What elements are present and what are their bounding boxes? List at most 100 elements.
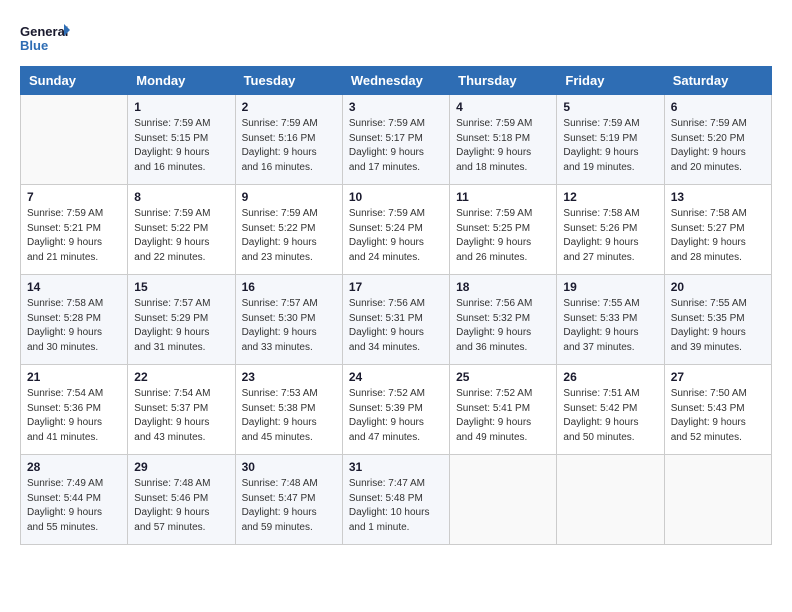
day-number: 4 bbox=[456, 100, 550, 114]
day-cell-9: 9 Sunrise: 7:59 AM Sunset: 5:22 PM Daylig… bbox=[235, 185, 342, 275]
svg-text:Blue: Blue bbox=[20, 38, 48, 53]
day-info: Sunrise: 7:52 AM Sunset: 5:41 PM Dayligh… bbox=[456, 387, 550, 445]
day-info: Sunrise: 7:58 AM Sunset: 5:26 PM Dayligh… bbox=[563, 207, 657, 265]
days-header-row: SundayMondayTuesdayWednesdayThursdayFrid… bbox=[21, 67, 772, 95]
day-info: Sunrise: 7:59 AM Sunset: 5:24 PM Dayligh… bbox=[349, 207, 443, 265]
empty-cell bbox=[664, 455, 771, 545]
day-number: 18 bbox=[456, 280, 550, 294]
empty-cell bbox=[21, 95, 128, 185]
day-number: 25 bbox=[456, 370, 550, 384]
day-info: Sunrise: 7:52 AM Sunset: 5:39 PM Dayligh… bbox=[349, 387, 443, 445]
day-info: Sunrise: 7:55 AM Sunset: 5:35 PM Dayligh… bbox=[671, 297, 765, 355]
day-info: Sunrise: 7:59 AM Sunset: 5:21 PM Dayligh… bbox=[27, 207, 121, 265]
day-info: Sunrise: 7:58 AM Sunset: 5:27 PM Dayligh… bbox=[671, 207, 765, 265]
week-row-5: 28 Sunrise: 7:49 AM Sunset: 5:44 PM Dayli… bbox=[21, 455, 772, 545]
week-row-4: 21 Sunrise: 7:54 AM Sunset: 5:36 PM Dayli… bbox=[21, 365, 772, 455]
day-number: 17 bbox=[349, 280, 443, 294]
day-cell-2: 2Sunrise: 7:59 AM Sunset: 5:16 PM Daylig… bbox=[235, 95, 342, 185]
day-header-sunday: Sunday bbox=[21, 67, 128, 95]
day-number: 27 bbox=[671, 370, 765, 384]
day-info: Sunrise: 7:48 AM Sunset: 5:47 PM Dayligh… bbox=[242, 477, 336, 535]
day-cell-25: 25 Sunrise: 7:52 AM Sunset: 5:41 PM Dayli… bbox=[450, 365, 557, 455]
day-number: 16 bbox=[242, 280, 336, 294]
day-cell-14: 14Sunrise: 7:58 AM Sunset: 5:28 PM Dayli… bbox=[21, 275, 128, 365]
day-cell-15: 15 Sunrise: 7:57 AM Sunset: 5:29 PM Dayli… bbox=[128, 275, 235, 365]
day-info: Sunrise: 7:55 AM Sunset: 5:33 PM Dayligh… bbox=[563, 297, 657, 355]
day-header-friday: Friday bbox=[557, 67, 664, 95]
day-cell-4: 4 Sunrise: 7:59 AM Sunset: 5:18 PM Daylig… bbox=[450, 95, 557, 185]
day-cell-18: 18 Sunrise: 7:56 AM Sunset: 5:32 PM Dayli… bbox=[450, 275, 557, 365]
day-number: 8 bbox=[134, 190, 228, 204]
week-row-1: 1Sunrise: 7:59 AM Sunset: 5:15 PM Daylig… bbox=[21, 95, 772, 185]
day-cell-3: 3 Sunrise: 7:59 AM Sunset: 5:17 PM Daylig… bbox=[342, 95, 449, 185]
day-number: 11 bbox=[456, 190, 550, 204]
empty-cell bbox=[557, 455, 664, 545]
svg-text:General: General bbox=[20, 24, 68, 39]
day-cell-24: 24Sunrise: 7:52 AM Sunset: 5:39 PM Dayli… bbox=[342, 365, 449, 455]
day-header-monday: Monday bbox=[128, 67, 235, 95]
page-header: General Blue bbox=[20, 20, 772, 56]
day-cell-27: 27Sunrise: 7:50 AM Sunset: 5:43 PM Dayli… bbox=[664, 365, 771, 455]
day-number: 2 bbox=[242, 100, 336, 114]
day-info: Sunrise: 7:59 AM Sunset: 5:22 PM Dayligh… bbox=[242, 207, 336, 265]
day-info: Sunrise: 7:59 AM Sunset: 5:20 PM Dayligh… bbox=[671, 117, 765, 175]
day-number: 29 bbox=[134, 460, 228, 474]
day-cell-26: 26 Sunrise: 7:51 AM Sunset: 5:42 PM Dayli… bbox=[557, 365, 664, 455]
day-info: Sunrise: 7:47 AM Sunset: 5:48 PM Dayligh… bbox=[349, 477, 443, 535]
day-cell-23: 23 Sunrise: 7:53 AM Sunset: 5:38 PM Dayli… bbox=[235, 365, 342, 455]
day-info: Sunrise: 7:56 AM Sunset: 5:32 PM Dayligh… bbox=[456, 297, 550, 355]
day-info: Sunrise: 7:58 AM Sunset: 5:28 PM Dayligh… bbox=[27, 297, 121, 355]
day-number: 7 bbox=[27, 190, 121, 204]
day-info: Sunrise: 7:57 AM Sunset: 5:30 PM Dayligh… bbox=[242, 297, 336, 355]
day-info: Sunrise: 7:51 AM Sunset: 5:42 PM Dayligh… bbox=[563, 387, 657, 445]
day-cell-17: 17Sunrise: 7:56 AM Sunset: 5:31 PM Dayli… bbox=[342, 275, 449, 365]
day-number: 28 bbox=[27, 460, 121, 474]
day-number: 31 bbox=[349, 460, 443, 474]
day-info: Sunrise: 7:59 AM Sunset: 5:18 PM Dayligh… bbox=[456, 117, 550, 175]
day-cell-22: 22Sunrise: 7:54 AM Sunset: 5:37 PM Dayli… bbox=[128, 365, 235, 455]
day-cell-19: 19 Sunrise: 7:55 AM Sunset: 5:33 PM Dayli… bbox=[557, 275, 664, 365]
day-cell-11: 11 Sunrise: 7:59 AM Sunset: 5:25 PM Dayli… bbox=[450, 185, 557, 275]
day-info: Sunrise: 7:49 AM Sunset: 5:44 PM Dayligh… bbox=[27, 477, 121, 535]
day-cell-31: 31 Sunrise: 7:47 AM Sunset: 5:48 PM Dayli… bbox=[342, 455, 449, 545]
empty-cell bbox=[450, 455, 557, 545]
day-info: Sunrise: 7:57 AM Sunset: 5:29 PM Dayligh… bbox=[134, 297, 228, 355]
day-info: Sunrise: 7:59 AM Sunset: 5:17 PM Dayligh… bbox=[349, 117, 443, 175]
calendar-table: SundayMondayTuesdayWednesdayThursdayFrid… bbox=[20, 66, 772, 545]
day-info: Sunrise: 7:48 AM Sunset: 5:46 PM Dayligh… bbox=[134, 477, 228, 535]
day-number: 20 bbox=[671, 280, 765, 294]
day-cell-16: 16 Sunrise: 7:57 AM Sunset: 5:30 PM Dayli… bbox=[235, 275, 342, 365]
day-number: 15 bbox=[134, 280, 228, 294]
day-number: 9 bbox=[242, 190, 336, 204]
day-info: Sunrise: 7:54 AM Sunset: 5:36 PM Dayligh… bbox=[27, 387, 121, 445]
day-cell-20: 20 Sunrise: 7:55 AM Sunset: 5:35 PM Dayli… bbox=[664, 275, 771, 365]
logo-svg: General Blue bbox=[20, 20, 70, 56]
day-cell-29: 29 Sunrise: 7:48 AM Sunset: 5:46 PM Dayli… bbox=[128, 455, 235, 545]
day-number: 3 bbox=[349, 100, 443, 114]
day-header-saturday: Saturday bbox=[664, 67, 771, 95]
day-cell-10: 10 Sunrise: 7:59 AM Sunset: 5:24 PM Dayli… bbox=[342, 185, 449, 275]
day-number: 6 bbox=[671, 100, 765, 114]
day-number: 23 bbox=[242, 370, 336, 384]
week-row-2: 7 Sunrise: 7:59 AM Sunset: 5:21 PM Daylig… bbox=[21, 185, 772, 275]
day-cell-8: 8 Sunrise: 7:59 AM Sunset: 5:22 PM Daylig… bbox=[128, 185, 235, 275]
day-number: 10 bbox=[349, 190, 443, 204]
day-cell-6: 6 Sunrise: 7:59 AM Sunset: 5:20 PM Daylig… bbox=[664, 95, 771, 185]
day-info: Sunrise: 7:59 AM Sunset: 5:25 PM Dayligh… bbox=[456, 207, 550, 265]
day-cell-1: 1Sunrise: 7:59 AM Sunset: 5:15 PM Daylig… bbox=[128, 95, 235, 185]
day-cell-30: 30Sunrise: 7:48 AM Sunset: 5:47 PM Dayli… bbox=[235, 455, 342, 545]
day-cell-7: 7 Sunrise: 7:59 AM Sunset: 5:21 PM Daylig… bbox=[21, 185, 128, 275]
day-header-wednesday: Wednesday bbox=[342, 67, 449, 95]
day-info: Sunrise: 7:53 AM Sunset: 5:38 PM Dayligh… bbox=[242, 387, 336, 445]
logo: General Blue bbox=[20, 20, 70, 56]
day-number: 19 bbox=[563, 280, 657, 294]
day-number: 21 bbox=[27, 370, 121, 384]
day-info: Sunrise: 7:59 AM Sunset: 5:22 PM Dayligh… bbox=[134, 207, 228, 265]
day-number: 26 bbox=[563, 370, 657, 384]
day-number: 22 bbox=[134, 370, 228, 384]
day-header-tuesday: Tuesday bbox=[235, 67, 342, 95]
day-cell-28: 28 Sunrise: 7:49 AM Sunset: 5:44 PM Dayli… bbox=[21, 455, 128, 545]
day-info: Sunrise: 7:59 AM Sunset: 5:19 PM Dayligh… bbox=[563, 117, 657, 175]
day-number: 12 bbox=[563, 190, 657, 204]
day-number: 13 bbox=[671, 190, 765, 204]
